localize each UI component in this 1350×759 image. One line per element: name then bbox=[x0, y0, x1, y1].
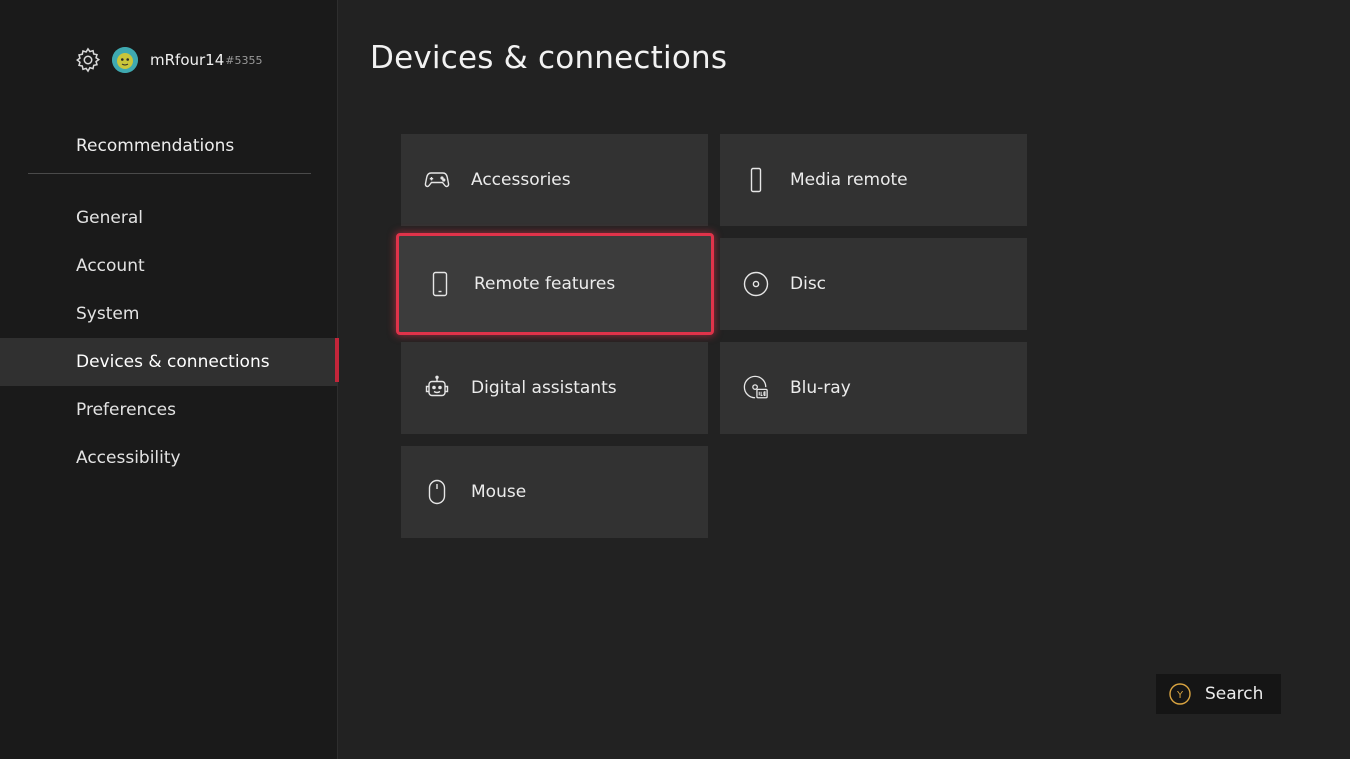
sidebar-item-system[interactable]: System bbox=[0, 290, 338, 338]
avatar[interactable] bbox=[112, 47, 138, 73]
tile-label: Mouse bbox=[471, 482, 527, 502]
tile-mouse[interactable]: Mouse bbox=[401, 446, 708, 538]
tile-label: Digital assistants bbox=[471, 378, 617, 398]
tile-digital-assistants[interactable]: Digital assistants bbox=[401, 342, 708, 434]
sidebar-item-general[interactable]: General bbox=[0, 194, 338, 242]
bluray-icon bbox=[743, 375, 769, 401]
tile-blu-ray[interactable]: Blu-ray bbox=[720, 342, 1027, 434]
gear-icon[interactable] bbox=[74, 46, 102, 74]
sidebar-item-devices-connections[interactable]: Devices & connections bbox=[0, 338, 339, 386]
settings-sidebar: mRfour14 #5355 Recommendations General A… bbox=[0, 0, 339, 759]
page-title: Devices & connections bbox=[370, 40, 728, 76]
controller-icon bbox=[424, 167, 450, 193]
search-label: Search bbox=[1205, 684, 1264, 704]
gamertag: mRfour14 bbox=[150, 51, 225, 69]
search-button[interactable]: Y Search bbox=[1156, 674, 1281, 714]
tile-label: Media remote bbox=[790, 170, 908, 190]
svg-text:Y: Y bbox=[1176, 690, 1184, 701]
tile-label: Accessories bbox=[471, 170, 571, 190]
sidebar-nav: General Account System Devices & connect… bbox=[0, 194, 339, 482]
sidebar-item-preferences[interactable]: Preferences bbox=[0, 386, 338, 434]
tile-label: Disc bbox=[790, 274, 827, 294]
tile-remote-features[interactable]: Remote features bbox=[396, 233, 714, 335]
sidebar-divider bbox=[28, 173, 311, 174]
gamertag-suffix: #5355 bbox=[225, 53, 263, 67]
phone-icon bbox=[427, 271, 453, 297]
mouse-icon bbox=[424, 479, 450, 505]
assistant-icon bbox=[424, 375, 450, 401]
tile-disc[interactable]: Disc bbox=[720, 238, 1027, 330]
tile-media-remote[interactable]: Media remote bbox=[720, 134, 1027, 226]
y-button-icon: Y bbox=[1169, 683, 1191, 705]
sidebar-item-recommendations[interactable]: Recommendations bbox=[76, 136, 234, 156]
disc-icon bbox=[743, 271, 769, 297]
tile-label: Remote features bbox=[474, 274, 616, 294]
sidebar-item-accessibility[interactable]: Accessibility bbox=[0, 434, 338, 482]
remote-icon bbox=[743, 167, 769, 193]
sidebar-item-account[interactable]: Account bbox=[0, 242, 338, 290]
tile-label: Blu-ray bbox=[790, 378, 851, 398]
tile-accessories[interactable]: Accessories bbox=[401, 134, 708, 226]
profile-header[interactable]: mRfour14 #5355 bbox=[74, 44, 262, 76]
